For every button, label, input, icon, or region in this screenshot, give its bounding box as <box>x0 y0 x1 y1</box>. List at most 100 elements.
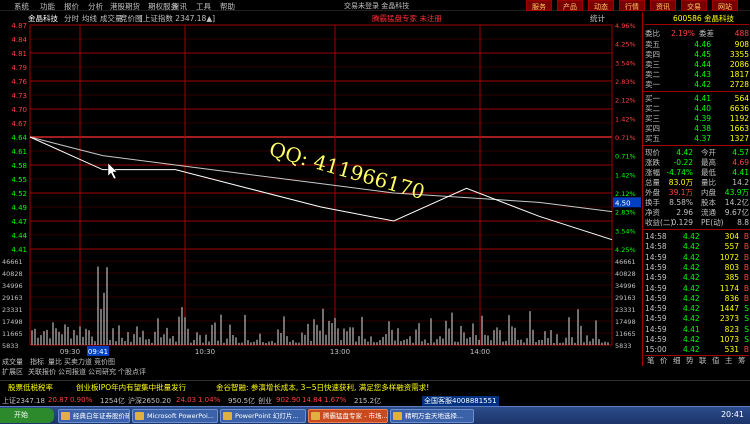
taskbar-item[interactable]: 腾霸猛盘专家 - 市场... <box>308 409 388 423</box>
ask-label: 卖一 <box>645 80 660 89</box>
taskbar-item[interactable]: Microsoft PowerPoi... <box>132 409 218 423</box>
tab-related-quote[interactable]: 关联报价 <box>28 367 56 377</box>
menu-hk-futures[interactable]: 港股期货 <box>110 1 140 12</box>
quote-separator <box>643 91 750 92</box>
pct-tick-label: 2.83% <box>615 78 636 86</box>
pct-tick-label: 2.12% <box>615 97 636 105</box>
tab-zhu[interactable]: 主 <box>725 356 733 366</box>
pct-tick-label: 0.71% <box>615 153 636 161</box>
time-tick-label: 10:30 <box>195 348 215 356</box>
tab-company-report[interactable]: 公司报道 <box>58 367 86 377</box>
bid-price: 4.39 <box>694 114 711 123</box>
top-button-product[interactable]: 产品 <box>557 0 583 11</box>
stat-value-2: 8.8 <box>737 218 749 227</box>
volume-tick-label: 23331 <box>2 306 23 314</box>
tab-chou[interactable]: 筹 <box>738 356 746 366</box>
timeshare-chart[interactable]: 4.87 4.84 4.81 4.79 4.76 4.73 4.70 4.67 4.64 4.61… <box>0 23 642 357</box>
app-icon <box>61 412 70 420</box>
price-tick-label: 4.55 <box>11 176 27 184</box>
stat-label-2: 最高 <box>701 158 716 167</box>
stat-row: 总量 83.0万 量比 14.2 <box>645 178 749 188</box>
stat-label: 现价 <box>645 148 660 157</box>
volume-tick-label-right: 17498 <box>615 318 636 326</box>
tab-extension[interactable]: 扩展区 <box>2 367 23 377</box>
stat-value-2: 14.2 <box>732 178 749 187</box>
stat-value: -4.74% <box>666 168 693 177</box>
index-status-bar: 上证2347.18 20.87 0.90% 1254亿 沪深2650.20 24… <box>0 396 750 406</box>
start-button[interactable]: 开始 <box>0 408 54 423</box>
tab-jia[interactable]: 价 <box>660 356 668 366</box>
trade-row: 15:00 4.42 531 B <box>645 344 749 355</box>
stat-value-2: 4.69 <box>732 158 749 167</box>
tab-xi[interactable]: 细 <box>673 356 681 366</box>
tab-company-research[interactable]: 公司研究 <box>88 367 116 377</box>
windows-taskbar: 开始 经典白年证券股价研究... Microsoft PowerPoi... Pow… <box>0 406 750 424</box>
sh-index[interactable]: 上证2347.18 <box>2 396 45 406</box>
trade-price: 4.42 <box>683 345 700 355</box>
menu-bar: 系统 功能 报价 分析 港股期货 期权服务 资讯 工具 帮助 交易未登录 金晶科… <box>0 0 750 11</box>
ticker-news-1[interactable]: 股票低税税率 <box>8 382 53 393</box>
cy-change: 14.84 <box>302 396 323 404</box>
menu-analysis[interactable]: 分析 <box>88 1 103 12</box>
trade-direction: B <box>743 345 749 355</box>
price-tick-label: 4.79 <box>11 64 27 72</box>
bid-price: 4.38 <box>694 124 711 133</box>
price-tick-label: 4.84 <box>11 36 27 44</box>
price-tick-label: 4.47 <box>11 218 27 226</box>
quote-separator <box>643 229 750 230</box>
sz-index[interactable]: 沪深2650.20 <box>128 396 171 406</box>
stat-value: 8.58% <box>669 198 693 207</box>
top-button-service[interactable]: 服务 <box>526 0 552 11</box>
bid-row: 买三 4.39 1192 <box>645 114 749 124</box>
top-button-news[interactable]: 资讯 <box>650 0 676 11</box>
trade-time: 15:00 <box>645 345 667 355</box>
tab-bi[interactable]: 笔 <box>647 356 655 366</box>
cy-pct: 1.67% <box>324 396 347 404</box>
top-button-trade[interactable]: 交易 <box>681 0 707 11</box>
stat-row: 涨幅 -4.74% 最低 4.41 <box>645 168 749 178</box>
taskbar-item-label: PowerPoint 幻灯片... <box>235 412 299 420</box>
ticker-news-3[interactable]: 金谷智融: 参演增长成本, 3~5日快速获利, 满足您多样融资需求! <box>216 382 429 393</box>
stat-row: 涨跌 -0.22 最高 4.69 <box>645 158 749 168</box>
taskbar-item-label: 经典白年证券股价研究... <box>73 412 130 420</box>
menu-help[interactable]: 帮助 <box>220 1 235 12</box>
menu-function[interactable]: 功能 <box>40 1 55 12</box>
pct-tick-label: 2.12% <box>615 190 636 198</box>
top-button-market[interactable]: 行情 <box>619 0 645 11</box>
ask-price: 4.43 <box>694 70 711 79</box>
ask-price: 4.45 <box>694 50 711 59</box>
menu-news[interactable]: 资讯 <box>172 1 187 12</box>
stat-value-2: 14.2亿 <box>724 198 749 207</box>
bid-volume: 1327 <box>729 134 749 143</box>
qq-overlay-text: QQ: 411966170 <box>267 137 428 204</box>
menu-quote[interactable]: 报价 <box>64 1 79 12</box>
bid-price: 4.41 <box>694 94 711 103</box>
app-icon <box>393 412 402 420</box>
taskbar-item[interactable]: 经典白年证券股价研究... <box>58 409 130 423</box>
volume-tick-label-right: 40828 <box>615 270 636 278</box>
news-ticker: 股票低税税率 创业板IPO年内有望集中批量发行 金谷智融: 参演增长成本, 3~… <box>0 380 750 392</box>
volume-tick-label: 34996 <box>2 282 23 290</box>
taskbar-item[interactable]: 精明万金天地选择... <box>390 409 474 423</box>
menu-tools[interactable]: 工具 <box>196 1 211 12</box>
tab-zhi[interactable]: 值 <box>712 356 720 366</box>
stat-label-2: 今开 <box>701 148 716 157</box>
volume-tick-label-right: 46661 <box>615 258 636 266</box>
sh-change: 20.87 <box>48 396 69 404</box>
ask-volume: 2728 <box>729 80 749 89</box>
tab-shi[interactable]: 势 <box>686 356 694 366</box>
menu-system[interactable]: 系统 <box>14 1 29 12</box>
ticker-news-2[interactable]: 创业板IPO年内有望集中批量发行 <box>76 382 186 393</box>
taskbar-item[interactable]: PowerPoint 幻灯片... <box>220 409 306 423</box>
tab-stock-review[interactable]: 个股点评 <box>118 367 146 377</box>
tab-lian[interactable]: 联 <box>699 356 707 366</box>
stat-label-2: 流通 <box>701 208 716 217</box>
stat-label: 外盘 <box>645 188 660 197</box>
stat-value-2: 9.67亿 <box>724 208 749 217</box>
stat-value: 2.96 <box>676 208 693 217</box>
top-button-website[interactable]: 网站 <box>712 0 738 11</box>
top-button-dynamic[interactable]: 动态 <box>588 0 614 11</box>
cy-index[interactable]: 创业 <box>258 396 272 406</box>
volume-tick-label: 11665 <box>2 330 23 338</box>
chart-grid <box>29 24 613 346</box>
